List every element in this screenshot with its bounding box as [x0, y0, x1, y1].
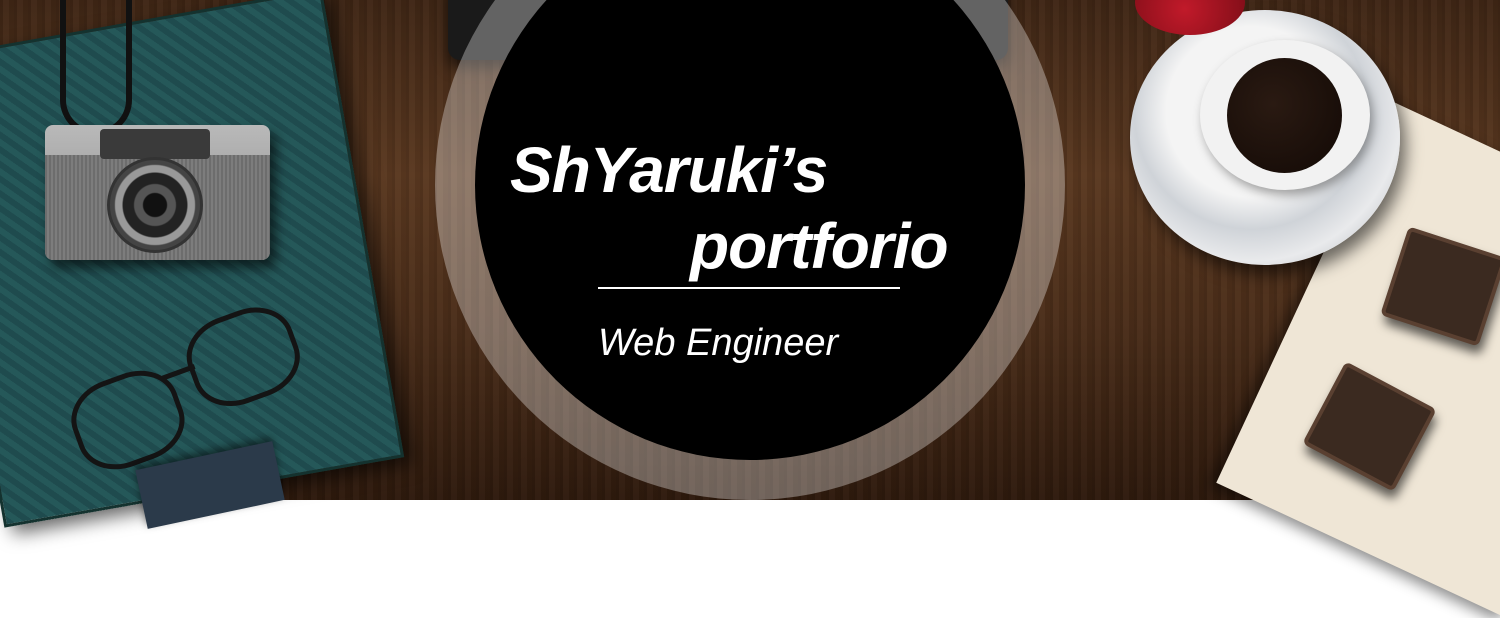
- coffee-icon: [1227, 58, 1342, 173]
- camera-strap-icon: [60, 0, 132, 136]
- title-divider: [598, 287, 900, 289]
- camera-icon: [45, 125, 270, 260]
- camera-viewfinder: [100, 129, 210, 159]
- banner-title-line1: ShYaruki’s: [510, 134, 828, 206]
- banner-title-line2: portforio: [690, 210, 949, 282]
- camera-lens-icon: [107, 157, 203, 253]
- banner-subtitle: Web Engineer: [598, 322, 839, 364]
- glasses-right-lens: [176, 295, 311, 418]
